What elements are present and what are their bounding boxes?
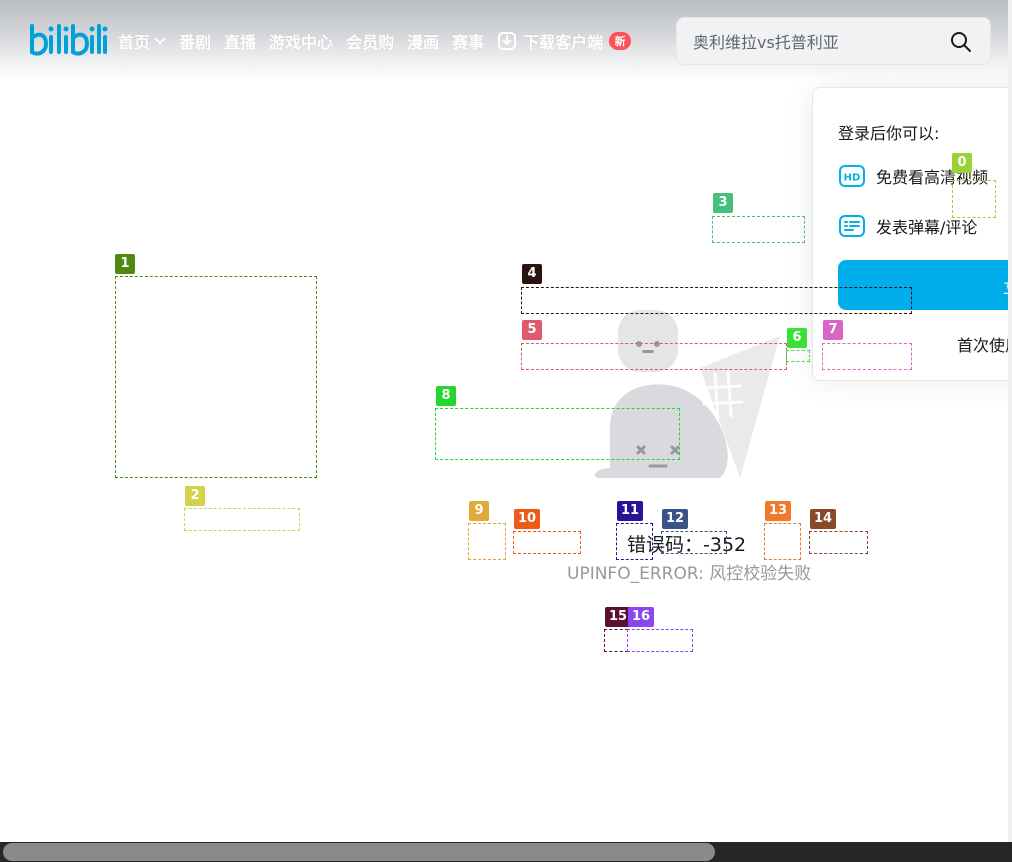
nav-manga-label: 漫画 bbox=[407, 33, 440, 52]
annotation-tag-13: 13 bbox=[765, 501, 792, 521]
bilibili-logo[interactable] bbox=[28, 18, 108, 64]
annotation-box-1 bbox=[115, 276, 317, 478]
error-code: 错误码：-352 bbox=[627, 534, 747, 556]
annotation-tag-16: 16 bbox=[628, 607, 655, 627]
hd-icon: HD bbox=[839, 165, 865, 187]
nav-live[interactable]: 直播 bbox=[224, 29, 256, 53]
annotation-box-2 bbox=[184, 508, 300, 531]
annotation-tag-6: 6 bbox=[787, 328, 807, 348]
annotation-box-16 bbox=[627, 629, 693, 652]
error-illustration bbox=[590, 308, 790, 488]
new-badge: 新 bbox=[609, 32, 632, 50]
annotation-tag-3: 3 bbox=[713, 193, 733, 213]
login-popup-title: 登录后你可以: bbox=[838, 124, 940, 143]
nav-game-center-label: 游戏中心 bbox=[269, 33, 334, 52]
annotation-box-13 bbox=[764, 523, 801, 560]
annotation-tag-2: 2 bbox=[185, 486, 205, 506]
annotation-box-9 bbox=[468, 523, 506, 560]
danmaku-icon bbox=[839, 215, 865, 237]
annotation-box-15 bbox=[604, 629, 628, 652]
svg-text:HD: HD bbox=[844, 173, 861, 184]
horizontal-scrollbar-thumb[interactable] bbox=[3, 843, 715, 861]
nav-anime-label: 番剧 bbox=[179, 33, 212, 52]
annotation-box-14 bbox=[809, 531, 868, 554]
nav-member-shop-label: 会员购 bbox=[346, 33, 395, 52]
nav-esports-label: 赛事 bbox=[452, 33, 485, 52]
annotation-tag-12: 12 bbox=[662, 509, 689, 529]
benefit-danmaku-label: 发表弹幕/评论 bbox=[876, 218, 978, 237]
main-nav: 首页 番剧 直播 游戏中心 会员购 漫画 赛事 下载客户端 新 bbox=[118, 29, 644, 53]
annotation-tag-11: 11 bbox=[617, 501, 644, 521]
annotation-tag-1: 1 bbox=[115, 254, 135, 274]
nav-member-shop[interactable]: 会员购 bbox=[346, 29, 394, 53]
nav-game-center[interactable]: 游戏中心 bbox=[269, 29, 333, 53]
error-message: UPINFO_ERROR: 风控校验失败 bbox=[567, 564, 812, 584]
annotation-tag-8: 8 bbox=[436, 386, 456, 406]
benefit-hd-label: 免费看高清视频 bbox=[876, 168, 989, 187]
annotation-tag-14: 14 bbox=[810, 509, 837, 529]
nav-anime[interactable]: 番剧 bbox=[179, 29, 211, 53]
search-input[interactable] bbox=[693, 30, 933, 54]
nav-home[interactable]: 首页 bbox=[118, 29, 166, 53]
annotation-tag-9: 9 bbox=[469, 501, 489, 521]
nav-live-label: 直播 bbox=[224, 33, 257, 52]
vertical-scrollbar[interactable] bbox=[1008, 0, 1012, 842]
nav-manga[interactable]: 漫画 bbox=[407, 29, 439, 53]
page: 首页 番剧 直播 游戏中心 会员购 漫画 赛事 下载客户端 新 奥利维拉vs托普… bbox=[0, 0, 1012, 862]
annotation-tag-15: 15 bbox=[605, 607, 632, 627]
login-button[interactable]: 立 bbox=[838, 260, 1012, 310]
annotation-box-3 bbox=[712, 216, 805, 243]
nav-download-label: 下载客户端 bbox=[523, 33, 604, 52]
download-icon bbox=[497, 31, 517, 51]
first-use-link[interactable]: 首次使用 bbox=[957, 332, 1012, 356]
search-box bbox=[676, 17, 991, 65]
benefit-hd-video: HD 免费看高清视频 bbox=[839, 164, 988, 188]
annotation-tag-10: 10 bbox=[514, 509, 541, 529]
search-icon[interactable] bbox=[949, 30, 973, 54]
chevron-down-icon bbox=[154, 35, 166, 47]
annotation-tag-4: 4 bbox=[522, 264, 542, 284]
benefit-danmaku: 发表弹幕/评论 bbox=[839, 214, 977, 238]
nav-download-client[interactable]: 下载客户端 新 bbox=[497, 29, 632, 53]
nav-home-label: 首页 bbox=[118, 33, 151, 52]
horizontal-scrollbar[interactable] bbox=[0, 842, 1012, 862]
annotation-tag-5: 5 bbox=[522, 320, 542, 340]
login-popup: 登录后你可以: HD 免费看高清视频 发表弹幕/评论 立 首次使用 bbox=[812, 87, 1012, 381]
annotation-box-10 bbox=[513, 531, 581, 554]
nav-esports[interactable]: 赛事 bbox=[452, 29, 484, 53]
top-header: 首页 番剧 直播 游戏中心 会员购 漫画 赛事 下载客户端 新 bbox=[0, 0, 1012, 80]
